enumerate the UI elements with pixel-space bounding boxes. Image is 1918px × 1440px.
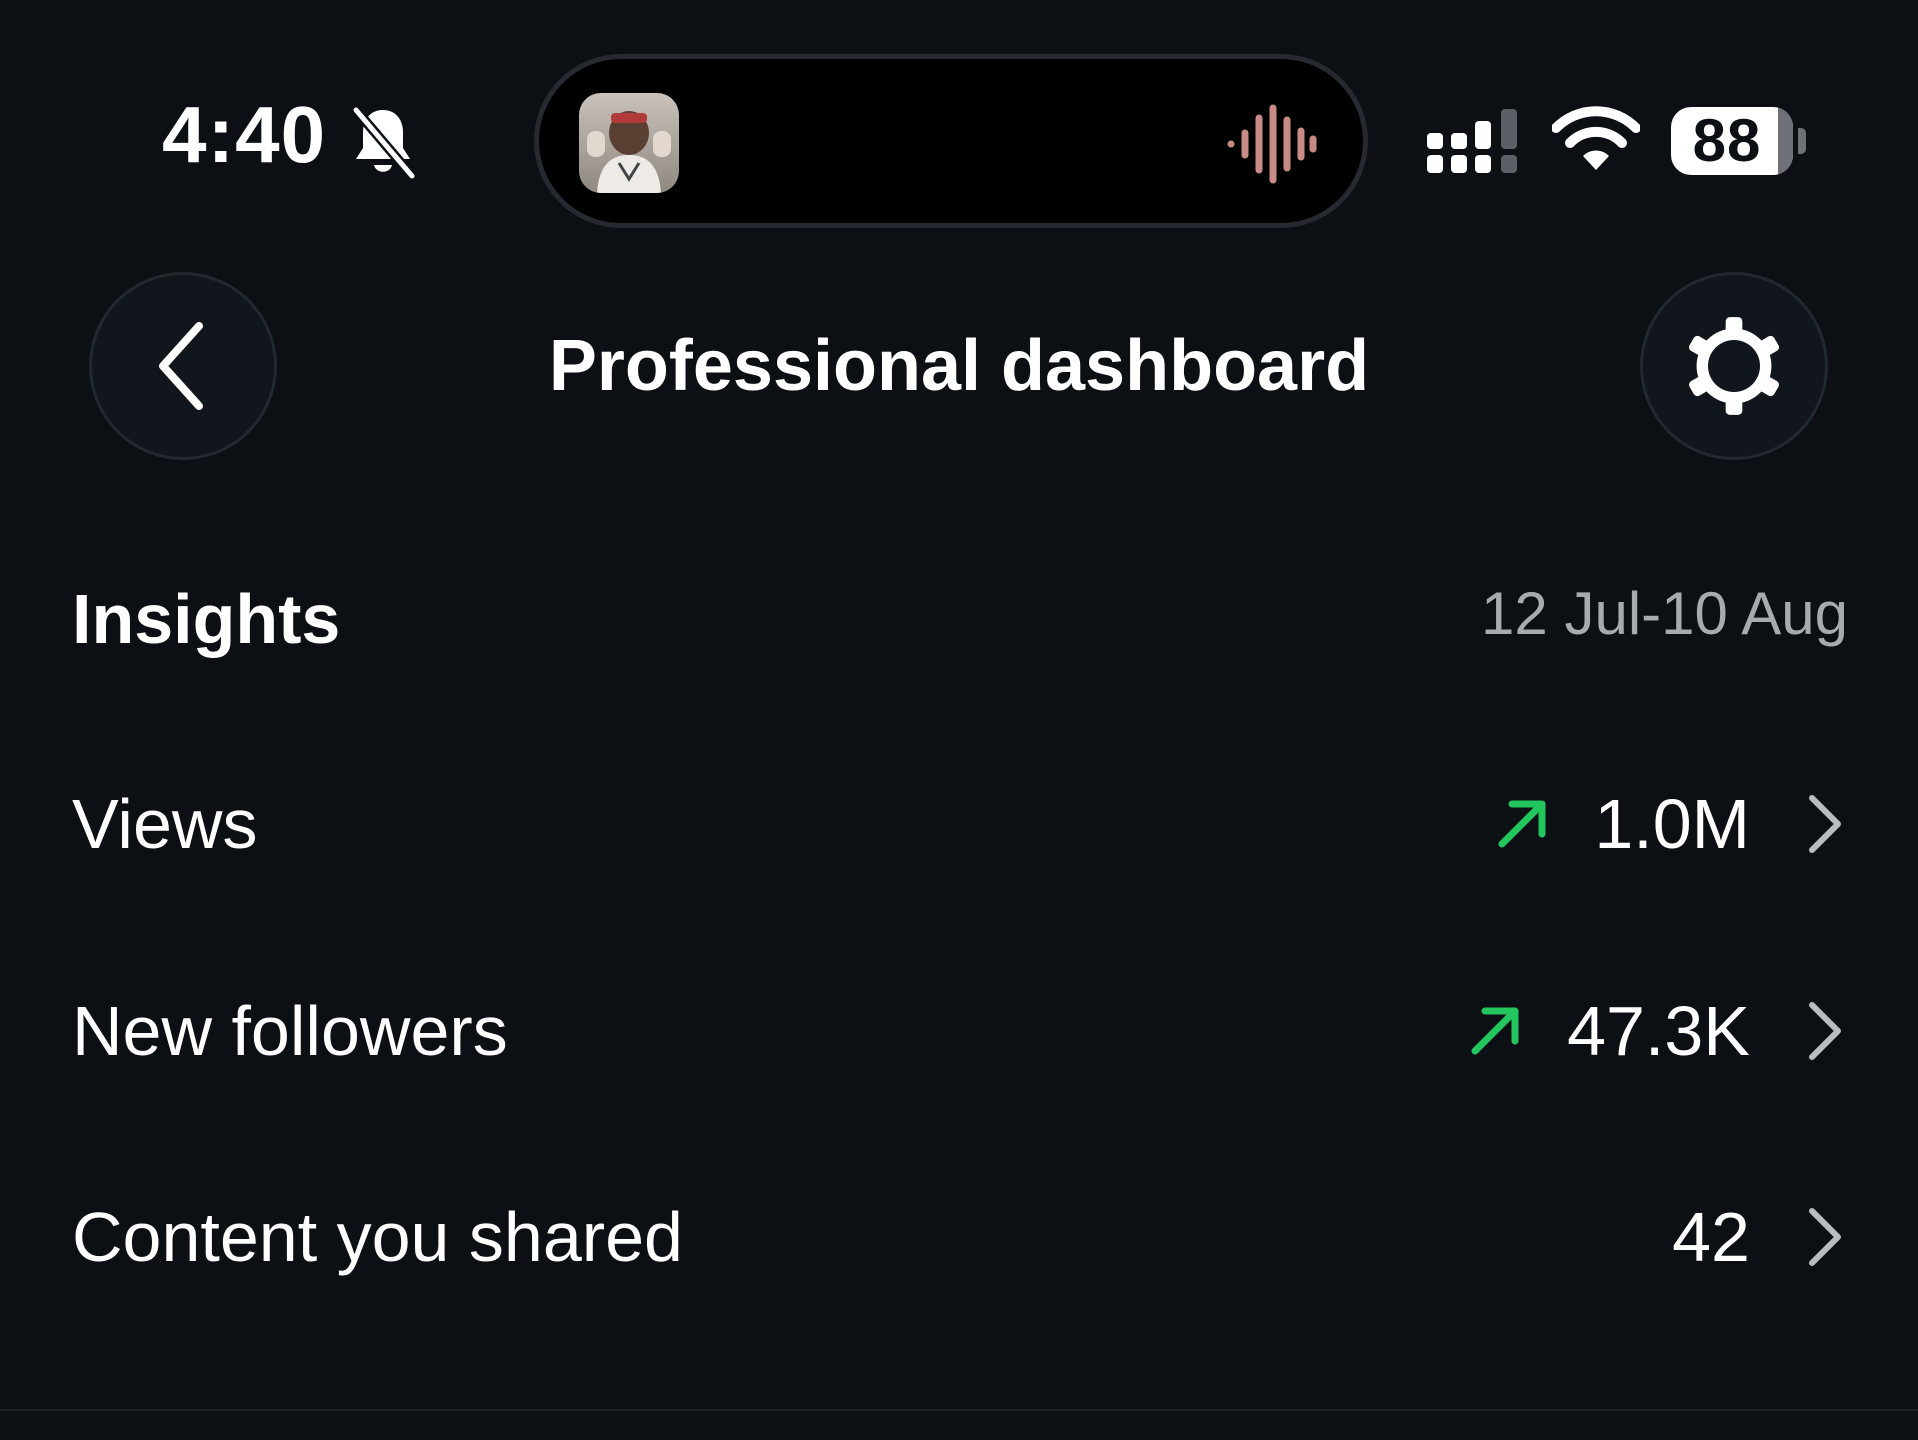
page-title: Professional dashboard bbox=[548, 326, 1370, 406]
metric-label: Views bbox=[72, 785, 258, 863]
chevron-right-icon bbox=[1809, 795, 1841, 853]
insight-row-new-followers[interactable]: New followers 47.3K bbox=[0, 931, 1918, 1131]
chevron-right-icon bbox=[1809, 1208, 1841, 1266]
now-playing-artwork[interactable] bbox=[579, 93, 679, 193]
battery-icon: 88 bbox=[1671, 107, 1793, 175]
date-range[interactable]: 12 Jul-10 Aug bbox=[1481, 584, 1848, 644]
status-time: 4:40 bbox=[162, 90, 327, 179]
dynamic-island[interactable] bbox=[534, 54, 1368, 228]
cellular-signal-icon bbox=[1427, 109, 1517, 173]
battery-level: 88 bbox=[1692, 107, 1762, 174]
battery-cap bbox=[1798, 128, 1806, 154]
chevron-right-icon bbox=[1809, 1002, 1841, 1060]
trend-up-icon bbox=[1498, 800, 1546, 848]
metric-value: 42 bbox=[1672, 1198, 1750, 1276]
metric-value: 1.0M bbox=[1594, 785, 1750, 863]
metric-value: 47.3K bbox=[1567, 992, 1750, 1070]
waveform-icon bbox=[1227, 104, 1317, 184]
metric-label: Content you shared bbox=[72, 1198, 683, 1276]
metric-label: New followers bbox=[72, 992, 508, 1070]
wifi-icon bbox=[1552, 106, 1640, 170]
gear-icon bbox=[1689, 317, 1779, 415]
insight-row-content-you-shared[interactable]: Content you shared 42 bbox=[0, 1137, 1918, 1337]
trend-up-icon bbox=[1471, 1007, 1519, 1055]
divider bbox=[0, 1409, 1918, 1411]
insights-heading: Insights bbox=[72, 580, 341, 658]
bell-slash-icon bbox=[351, 105, 416, 180]
insight-row-views[interactable]: Views 1.0M bbox=[0, 724, 1918, 924]
settings-button[interactable] bbox=[1640, 272, 1828, 460]
